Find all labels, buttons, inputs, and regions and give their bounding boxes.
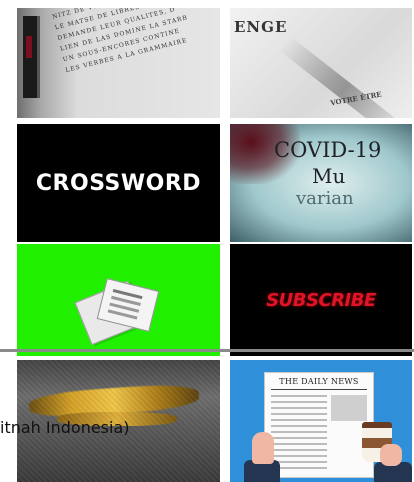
newspaper-photo — [331, 395, 367, 421]
thumbnail-manuscript[interactable]: NITZ DE VOMMENTARI IN SI UN LE MATSE DE … — [17, 8, 220, 118]
newspaper-title: THE DAILY NEWS — [279, 377, 359, 386]
text-columns — [271, 395, 327, 471]
thumbnail-green-screen-newspaper[interactable] — [17, 244, 220, 356]
window-red-accent — [26, 36, 32, 58]
thumbnail-crossword[interactable]: CROSSWORD — [17, 124, 220, 242]
thumbnail-daily-news[interactable]: THE DAILY NEWS — [230, 360, 412, 482]
covid-title: COVID-19 — [274, 138, 382, 162]
section-divider — [0, 349, 414, 352]
crossword-label: CROSSWORD — [35, 170, 202, 196]
thumbnail-challenge[interactable]: ENGE VOTRE ÉTRE — [230, 8, 412, 118]
challenge-word: ENGE — [234, 18, 288, 36]
left-hand — [252, 432, 274, 464]
covid-variant-name: Mu — [312, 164, 346, 188]
thumbnail-subscribe[interactable]: SUBSCRIBE — [230, 244, 412, 356]
divider — [271, 389, 367, 390]
motion-streak — [278, 36, 409, 118]
caption-overlay: itnah Indonesia) — [0, 418, 130, 437]
covid-variant-word: varian — [296, 188, 354, 209]
image-grid-page: NITZ DE VOMMENTARI IN SI UN LE MATSE DE … — [0, 0, 414, 482]
subscribe-label: SUBSCRIBE — [266, 289, 376, 311]
manuscript-text: NITZ DE VOMMENTARI IN SI UN LE MATSE DE … — [51, 8, 220, 76]
thumbnail-grid: NITZ DE VOMMENTARI IN SI UN LE MATSE DE … — [17, 8, 412, 482]
thumbnail-covid-variant[interactable]: COVID-19 Mu varian — [230, 124, 412, 242]
newspaper-page: THE DAILY NEWS — [264, 372, 374, 478]
right-hand — [380, 444, 402, 466]
